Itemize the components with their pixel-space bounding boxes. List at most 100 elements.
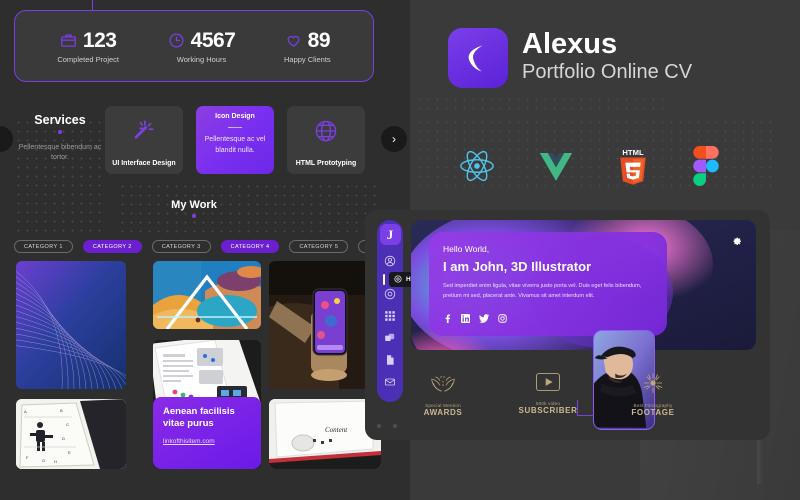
dot-grid-decoration-4 <box>415 95 665 115</box>
stat-completed-project: 123 Completed Project <box>57 29 119 64</box>
award-title: AWARDS <box>423 408 463 417</box>
gallery-item[interactable] <box>16 261 126 389</box>
hero-headline: I am John, 3D Illustrator <box>443 259 592 274</box>
awards-row: P.U. is bi Special Mention AWARDS 500k v… <box>409 372 687 417</box>
grid-icon[interactable] <box>384 309 397 322</box>
svg-text:C: C <box>66 422 69 427</box>
document-icon[interactable] <box>384 353 397 366</box>
gallery-overlay-card: Aenean facilisis vitae purus linkofthisi… <box>153 397 261 469</box>
service-card-ui-interface-design[interactable]: UI Interface Design <box>105 106 183 174</box>
brand-block: Alexus Portfolio Online CV <box>448 28 692 88</box>
services-subtitle: Pellentesque bibendum ac tortor. <box>18 144 102 162</box>
service-card-icon-design[interactable]: Icon Design Pellentesque ac vel blandit … <box>196 106 274 174</box>
compass-icon-small <box>394 274 402 285</box>
gallery-item-featured[interactable]: Aenean facilisis vitae purus linkofthisi… <box>153 340 261 469</box>
linkedin-icon[interactable] <box>461 310 470 328</box>
services-title: Services <box>34 113 86 127</box>
my-work-title: My Work <box>171 199 217 211</box>
crescent-logo-icon <box>448 28 508 88</box>
service-card-label: Icon Design <box>215 113 255 120</box>
react-icon <box>458 147 496 190</box>
category-pill-4[interactable]: CATEGORY 4 <box>220 240 280 253</box>
thumbnail-abstract-lines <box>16 261 126 389</box>
category-pill-3[interactable]: CATEGORY 3 <box>151 240 211 253</box>
stat-label: Completed Project <box>57 54 120 64</box>
right-presentation-panel: Alexus Portfolio Online CV HTML J Hello … <box>365 0 800 500</box>
pagination-dot[interactable] <box>377 424 381 428</box>
facebook-icon[interactable] <box>443 310 452 328</box>
twitter-icon[interactable] <box>479 310 489 328</box>
stat-label: Working Hours <box>176 54 227 64</box>
active-nav-indicator <box>383 274 385 285</box>
pagination-dot[interactable] <box>393 424 397 428</box>
stat-label: Happy Clients <box>283 54 331 64</box>
hero-social-links <box>443 310 653 328</box>
mockup-logo[interactable]: J <box>379 224 401 245</box>
service-card-body: Pellentesque ac vel blandit nulla. <box>204 136 266 154</box>
sunburst-icon <box>641 372 665 399</box>
play-icon <box>535 372 561 397</box>
category-filter-bar: CATEGORY 1 CATEGORY 2 CATEGORY 3 CATEGOR… <box>14 240 418 253</box>
user-icon[interactable] <box>384 254 397 267</box>
category-pill-2[interactable]: CATEGORY 2 <box>82 240 142 253</box>
category-pill-1[interactable]: CATEGORY 1 <box>14 240 73 253</box>
svg-text:D: D <box>62 436 65 441</box>
mockup-hero-section: Hello World, I am John, 3D Illustrator S… <box>411 220 756 350</box>
stat-working-hours: 4567 Working Hours <box>168 29 236 64</box>
brand-name: Alexus <box>522 28 618 60</box>
gallery-overlay-link[interactable]: linkofthisitem.com <box>163 438 251 445</box>
services-next-button[interactable]: › <box>381 126 407 152</box>
screenshot-root: 123 Completed Project 4567 Working Hours <box>0 0 800 500</box>
mail-icon[interactable] <box>384 375 397 388</box>
layers-icon[interactable] <box>384 331 397 344</box>
dot-grid-decoration <box>14 118 106 238</box>
stat-value: 89 <box>307 28 331 52</box>
svg-text:is: is <box>442 379 445 383</box>
left-portfolio-panel: 123 Completed Project 4567 Working Hours <box>0 0 418 500</box>
hero-intro-card: Hello World, I am John, 3D Illustrator S… <box>429 232 667 336</box>
svg-text:B: B <box>60 408 63 413</box>
accent-dot <box>192 214 196 218</box>
thumbnail-sketch-tablet: A BC DEF GH <box>16 399 126 469</box>
laurel-icon: P.U. is bi <box>428 372 458 399</box>
service-card-html-prototyping[interactable]: HTML Prototyping <box>287 106 365 174</box>
stat-value: 123 <box>82 28 117 52</box>
my-work-heading: My Work <box>150 199 238 218</box>
globe-icon <box>312 117 340 150</box>
stat-happy-clients: 89 Happy Clients <box>284 29 331 64</box>
svg-text:HTML: HTML <box>622 148 644 157</box>
svg-text:E: E <box>68 450 71 455</box>
gallery-item[interactable] <box>153 261 261 329</box>
svg-text:P.U.: P.U. <box>440 375 446 379</box>
award-title: SUBSCRIBER <box>518 406 578 415</box>
award-title: FOOTAGE <box>631 408 675 417</box>
brand-tagline: Portfolio Online CV <box>522 61 693 83</box>
award-subscriber: 500k video SUBSCRIBER <box>514 372 582 417</box>
vue-icon <box>538 150 574 188</box>
service-card-label: UI Interface Design <box>112 160 176 167</box>
html5-icon: HTML <box>616 147 650 190</box>
divider <box>228 127 242 128</box>
work-gallery: ABC DEF GH Aenean facilisis vitae purus … <box>14 261 381 483</box>
tech-logo-row: HTML <box>458 146 720 191</box>
stat-value: 4567 <box>190 28 236 52</box>
thumbnail-illustration <box>153 261 261 329</box>
svg-text:bi: bi <box>442 383 444 387</box>
mockup-pagination-dots[interactable] <box>377 424 397 428</box>
gallery-item[interactable]: ABC DEF GH <box>16 399 126 469</box>
app-mockup-window: J Hello World, I am John, 3D Illustrator… <box>365 210 770 440</box>
instagram-icon[interactable] <box>498 310 507 328</box>
briefcase-icon <box>60 32 77 49</box>
stats-card: 123 Completed Project 4567 Working Hours <box>14 10 374 82</box>
svg-text:G: G <box>42 458 45 463</box>
hero-greeting: Hello World, <box>443 244 490 254</box>
compass-icon[interactable] <box>384 287 397 300</box>
hero-body-text: Sed imperdiet enim ligula, vitae viverra… <box>443 283 642 299</box>
clock-icon <box>168 32 185 49</box>
figma-icon <box>692 146 720 191</box>
services-heading: Services <box>20 113 100 134</box>
gear-icon[interactable] <box>731 233 741 251</box>
category-pill-5[interactable]: CATEGORY 5 <box>289 240 349 253</box>
heart-icon <box>285 32 302 49</box>
accent-dot <box>58 130 62 134</box>
